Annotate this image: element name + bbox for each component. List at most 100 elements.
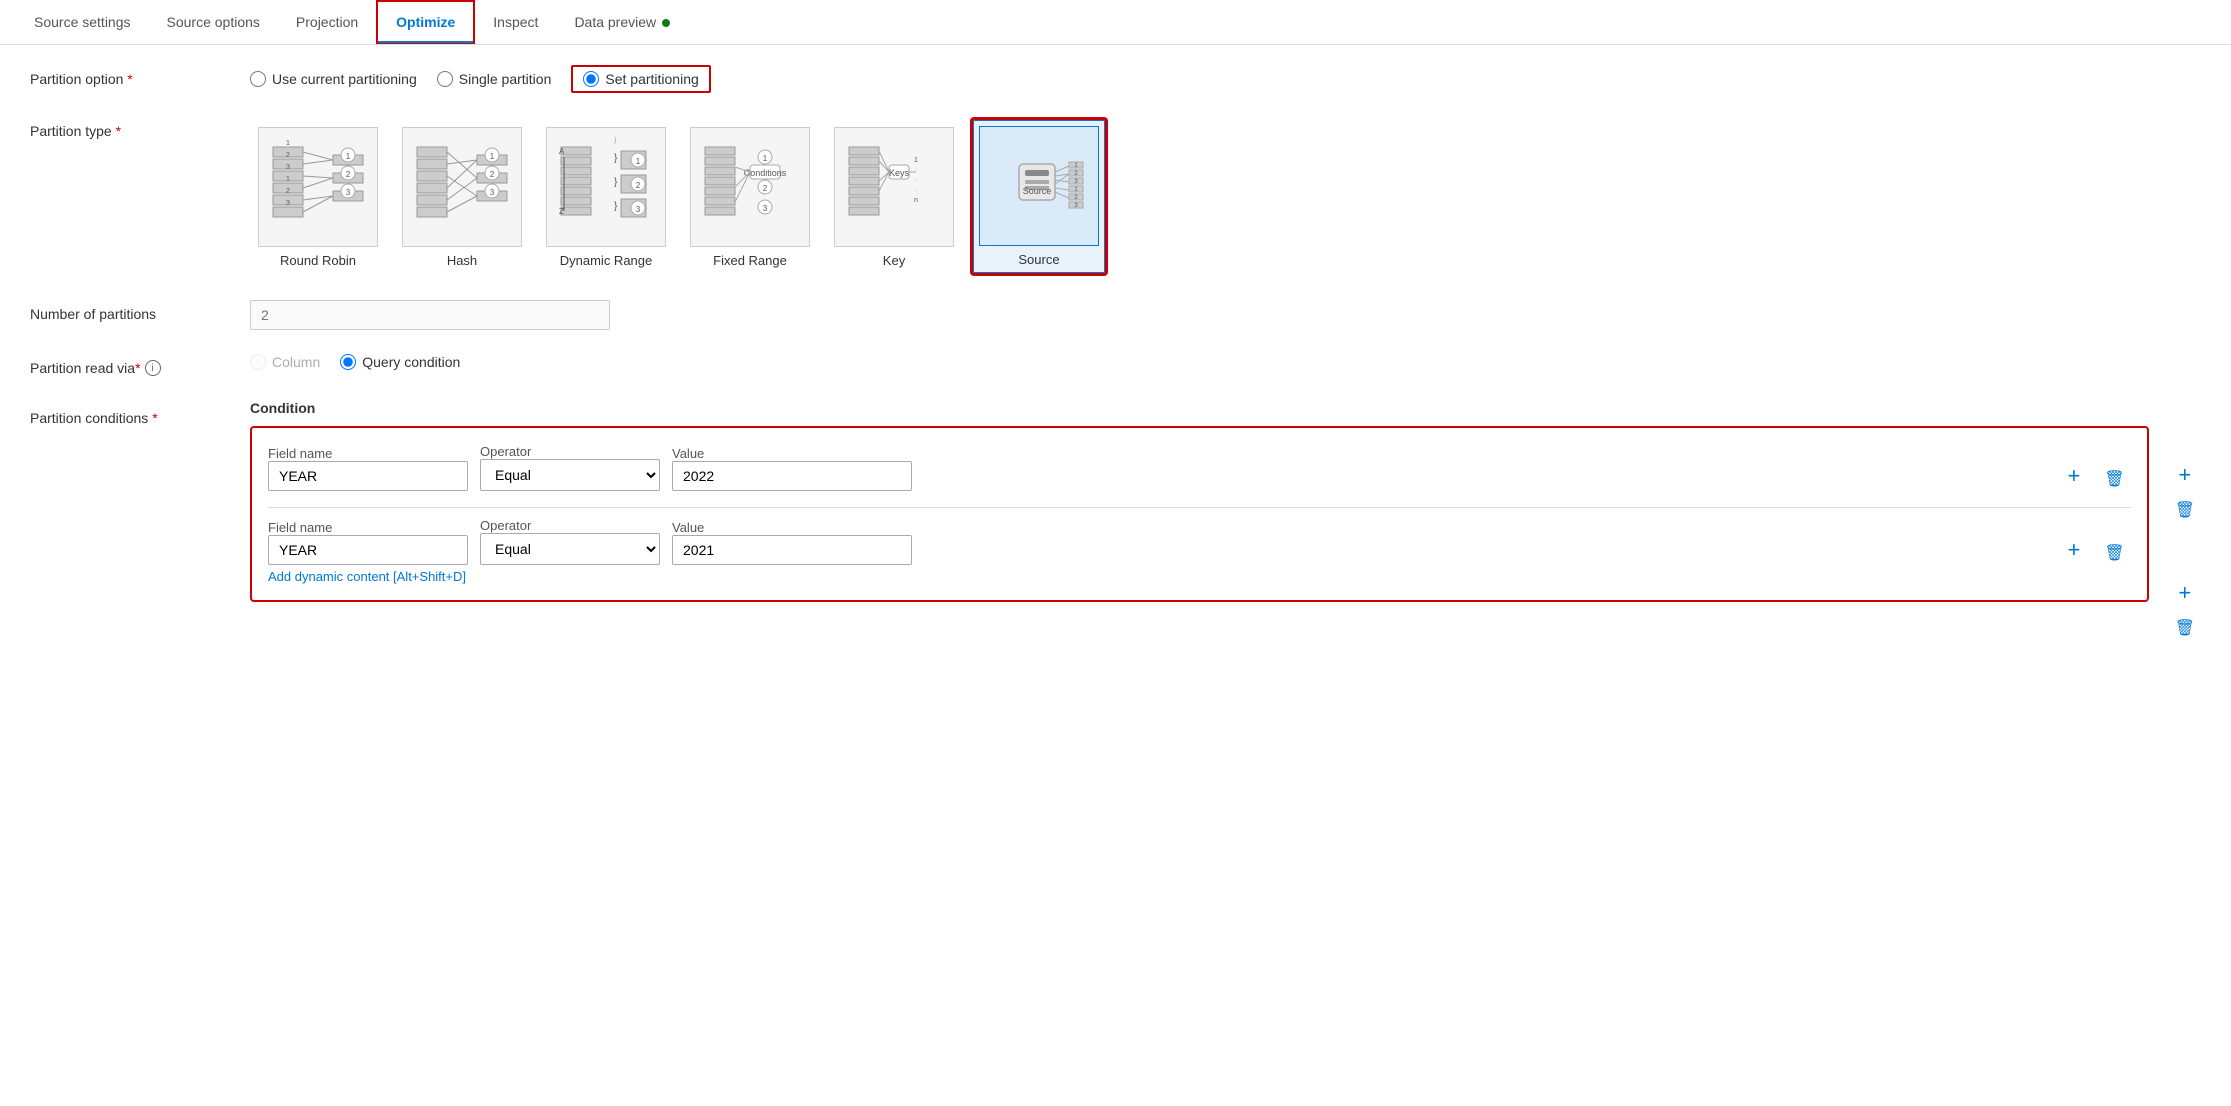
- delete-condition-row-2[interactable]: 🗑: [2098, 541, 2130, 565]
- svg-text:1: 1: [490, 152, 495, 161]
- partition-read-via-field: Column Query condition: [250, 354, 2201, 370]
- svg-text:Source: Source: [1023, 186, 1052, 196]
- partition-conditions-row: Partition conditions * Condition Field n…: [30, 400, 2201, 640]
- outer-actions: + 🗑 + 🗑: [2161, 400, 2201, 640]
- outer-add-row-2[interactable]: +: [2172, 578, 2197, 608]
- partition-option-radio-group: Use current partitioning Single partitio…: [250, 65, 2201, 93]
- condition-row-1: Field name Operator Equal Not Equal Grea…: [268, 444, 2131, 491]
- svg-text:2: 2: [763, 184, 768, 193]
- hash-diagram: 1 2 3: [412, 137, 512, 237]
- partition-option-use-current-radio[interactable]: [250, 71, 266, 87]
- key-diagram: Keys 1 · · · n: [844, 137, 944, 237]
- number-of-partitions-field: [250, 300, 2201, 330]
- partition-type-dynamic-range[interactable]: A Z } } } } 1: [538, 119, 674, 276]
- number-of-partitions-row: Number of partitions: [30, 300, 2201, 330]
- svg-text:3: 3: [346, 188, 351, 197]
- field-name-input-2[interactable]: [268, 535, 468, 565]
- operator-select-2[interactable]: Equal Not Equal Greater Than Less Than: [480, 533, 660, 565]
- partition-type-hash[interactable]: 1 2 3 Hash: [394, 119, 530, 276]
- partition-option-label: Partition option *: [30, 65, 250, 87]
- svg-text:·: ·: [915, 187, 917, 194]
- condition-row-2: Field name Operator Equal Not Equal Grea…: [268, 518, 2131, 584]
- partition-type-row: Partition type *: [30, 117, 2201, 276]
- value-label-1: Value: [672, 446, 912, 461]
- partition-option-single[interactable]: Single partition: [437, 71, 552, 87]
- partition-type-key[interactable]: Keys 1 · · · n Key: [826, 119, 962, 276]
- round-robin-diagram: 1 2 3 1 2 3 1 2 3: [268, 137, 368, 237]
- svg-text:3: 3: [763, 204, 768, 213]
- partition-type-label: Partition type *: [30, 117, 250, 139]
- tab-optimize[interactable]: Optimize: [376, 0, 475, 44]
- partition-option-field: Use current partitioning Single partitio…: [250, 65, 2201, 93]
- partition-type-field: 1 2 3 1 2 3 1 2 3 Round: [250, 117, 2201, 276]
- outer-delete-row-2[interactable]: 🗑: [2169, 616, 2201, 640]
- svg-text:2: 2: [286, 188, 290, 195]
- svg-text:3: 3: [286, 200, 290, 207]
- condition-separator: [268, 507, 2131, 508]
- svg-text:n: n: [914, 197, 918, 204]
- partition-read-via-query-condition-radio[interactable]: [340, 354, 356, 370]
- add-condition-row-1[interactable]: +: [2062, 461, 2087, 491]
- partition-type-source[interactable]: Source: [970, 117, 1108, 276]
- partition-read-via-radio-group: Column Query condition: [250, 354, 2201, 370]
- tab-projection[interactable]: Projection: [278, 2, 376, 42]
- tab-source-settings[interactable]: Source settings: [16, 2, 149, 42]
- value-input-2[interactable]: [672, 535, 912, 565]
- svg-text:2: 2: [636, 181, 641, 190]
- value-input-1[interactable]: [672, 461, 912, 491]
- partition-option-single-radio[interactable]: [437, 71, 453, 87]
- operator-label-2: Operator: [480, 518, 660, 533]
- tab-source-options[interactable]: Source options: [149, 2, 278, 42]
- svg-text:3: 3: [636, 205, 641, 214]
- conditions-header: Condition: [250, 400, 2149, 416]
- partition-option-use-current[interactable]: Use current partitioning: [250, 71, 417, 87]
- outer-add-row-1[interactable]: +: [2172, 460, 2197, 490]
- tab-inspect[interactable]: Inspect: [475, 2, 556, 42]
- field-name-label-1: Field name: [268, 446, 468, 461]
- partition-read-via-column[interactable]: Column: [250, 354, 320, 370]
- outer-delete-row-1[interactable]: 🗑: [2169, 498, 2201, 522]
- partition-read-via-info-icon[interactable]: i: [145, 360, 161, 376]
- svg-text:·: ·: [915, 177, 917, 184]
- add-dynamic-content-link[interactable]: Add dynamic content [Alt+Shift+D]: [268, 569, 2131, 584]
- partition-type-cards: 1 2 3 1 2 3 1 2 3 Round: [250, 117, 2201, 276]
- svg-text:1: 1: [346, 152, 351, 161]
- partition-type-round-robin[interactable]: 1 2 3 1 2 3 1 2 3 Round: [250, 119, 386, 276]
- partition-option-row: Partition option * Use current partition…: [30, 65, 2201, 93]
- operator-select-1[interactable]: Equal Not Equal Greater Than Less Than: [480, 459, 660, 491]
- field-name-label-2: Field name: [268, 520, 468, 535]
- partition-read-via-column-radio[interactable]: [250, 354, 266, 370]
- partition-option-required: *: [127, 71, 132, 87]
- svg-text:}: }: [614, 153, 618, 164]
- partition-option-set-radio[interactable]: [583, 71, 599, 87]
- partition-type-fixed-range[interactable]: Conditions 1 2 3 Fixed Range: [682, 119, 818, 276]
- svg-text:1: 1: [286, 176, 290, 183]
- svg-text:2: 2: [490, 170, 495, 179]
- svg-text:}: }: [614, 137, 617, 144]
- source-diagram: Source: [989, 136, 1089, 236]
- svg-text:}: }: [614, 201, 618, 212]
- svg-text:A: A: [559, 147, 565, 156]
- tab-bar: Source settings Source options Projectio…: [0, 0, 2231, 45]
- value-label-2: Value: [672, 520, 912, 535]
- dynamic-range-diagram: A Z } } } } 1: [556, 137, 656, 237]
- svg-text:1: 1: [286, 140, 290, 147]
- partition-option-set[interactable]: Set partitioning: [571, 65, 710, 93]
- add-condition-row-2[interactable]: +: [2062, 535, 2087, 565]
- number-of-partitions-input[interactable]: [250, 300, 610, 330]
- delete-condition-row-1[interactable]: 🗑: [2098, 467, 2130, 491]
- field-name-input-1[interactable]: [268, 461, 468, 491]
- partition-read-via-query-condition[interactable]: Query condition: [340, 354, 460, 370]
- svg-text:1: 1: [763, 154, 768, 163]
- fixed-range-diagram: Conditions 1 2 3: [700, 137, 800, 237]
- partition-read-via-row: Partition read via * i Column Query cond…: [30, 354, 2201, 376]
- svg-text:3: 3: [286, 164, 290, 171]
- partition-conditions-field: Condition Field name Operator Equal: [250, 400, 2149, 602]
- main-content: Partition option * Use current partition…: [0, 45, 2231, 684]
- svg-text:2: 2: [286, 152, 290, 159]
- tab-data-preview[interactable]: Data preview: [556, 2, 688, 42]
- svg-text:2: 2: [346, 170, 351, 179]
- svg-text:1: 1: [636, 157, 641, 166]
- data-preview-dot: [662, 19, 670, 27]
- svg-text:Keys: Keys: [889, 168, 910, 178]
